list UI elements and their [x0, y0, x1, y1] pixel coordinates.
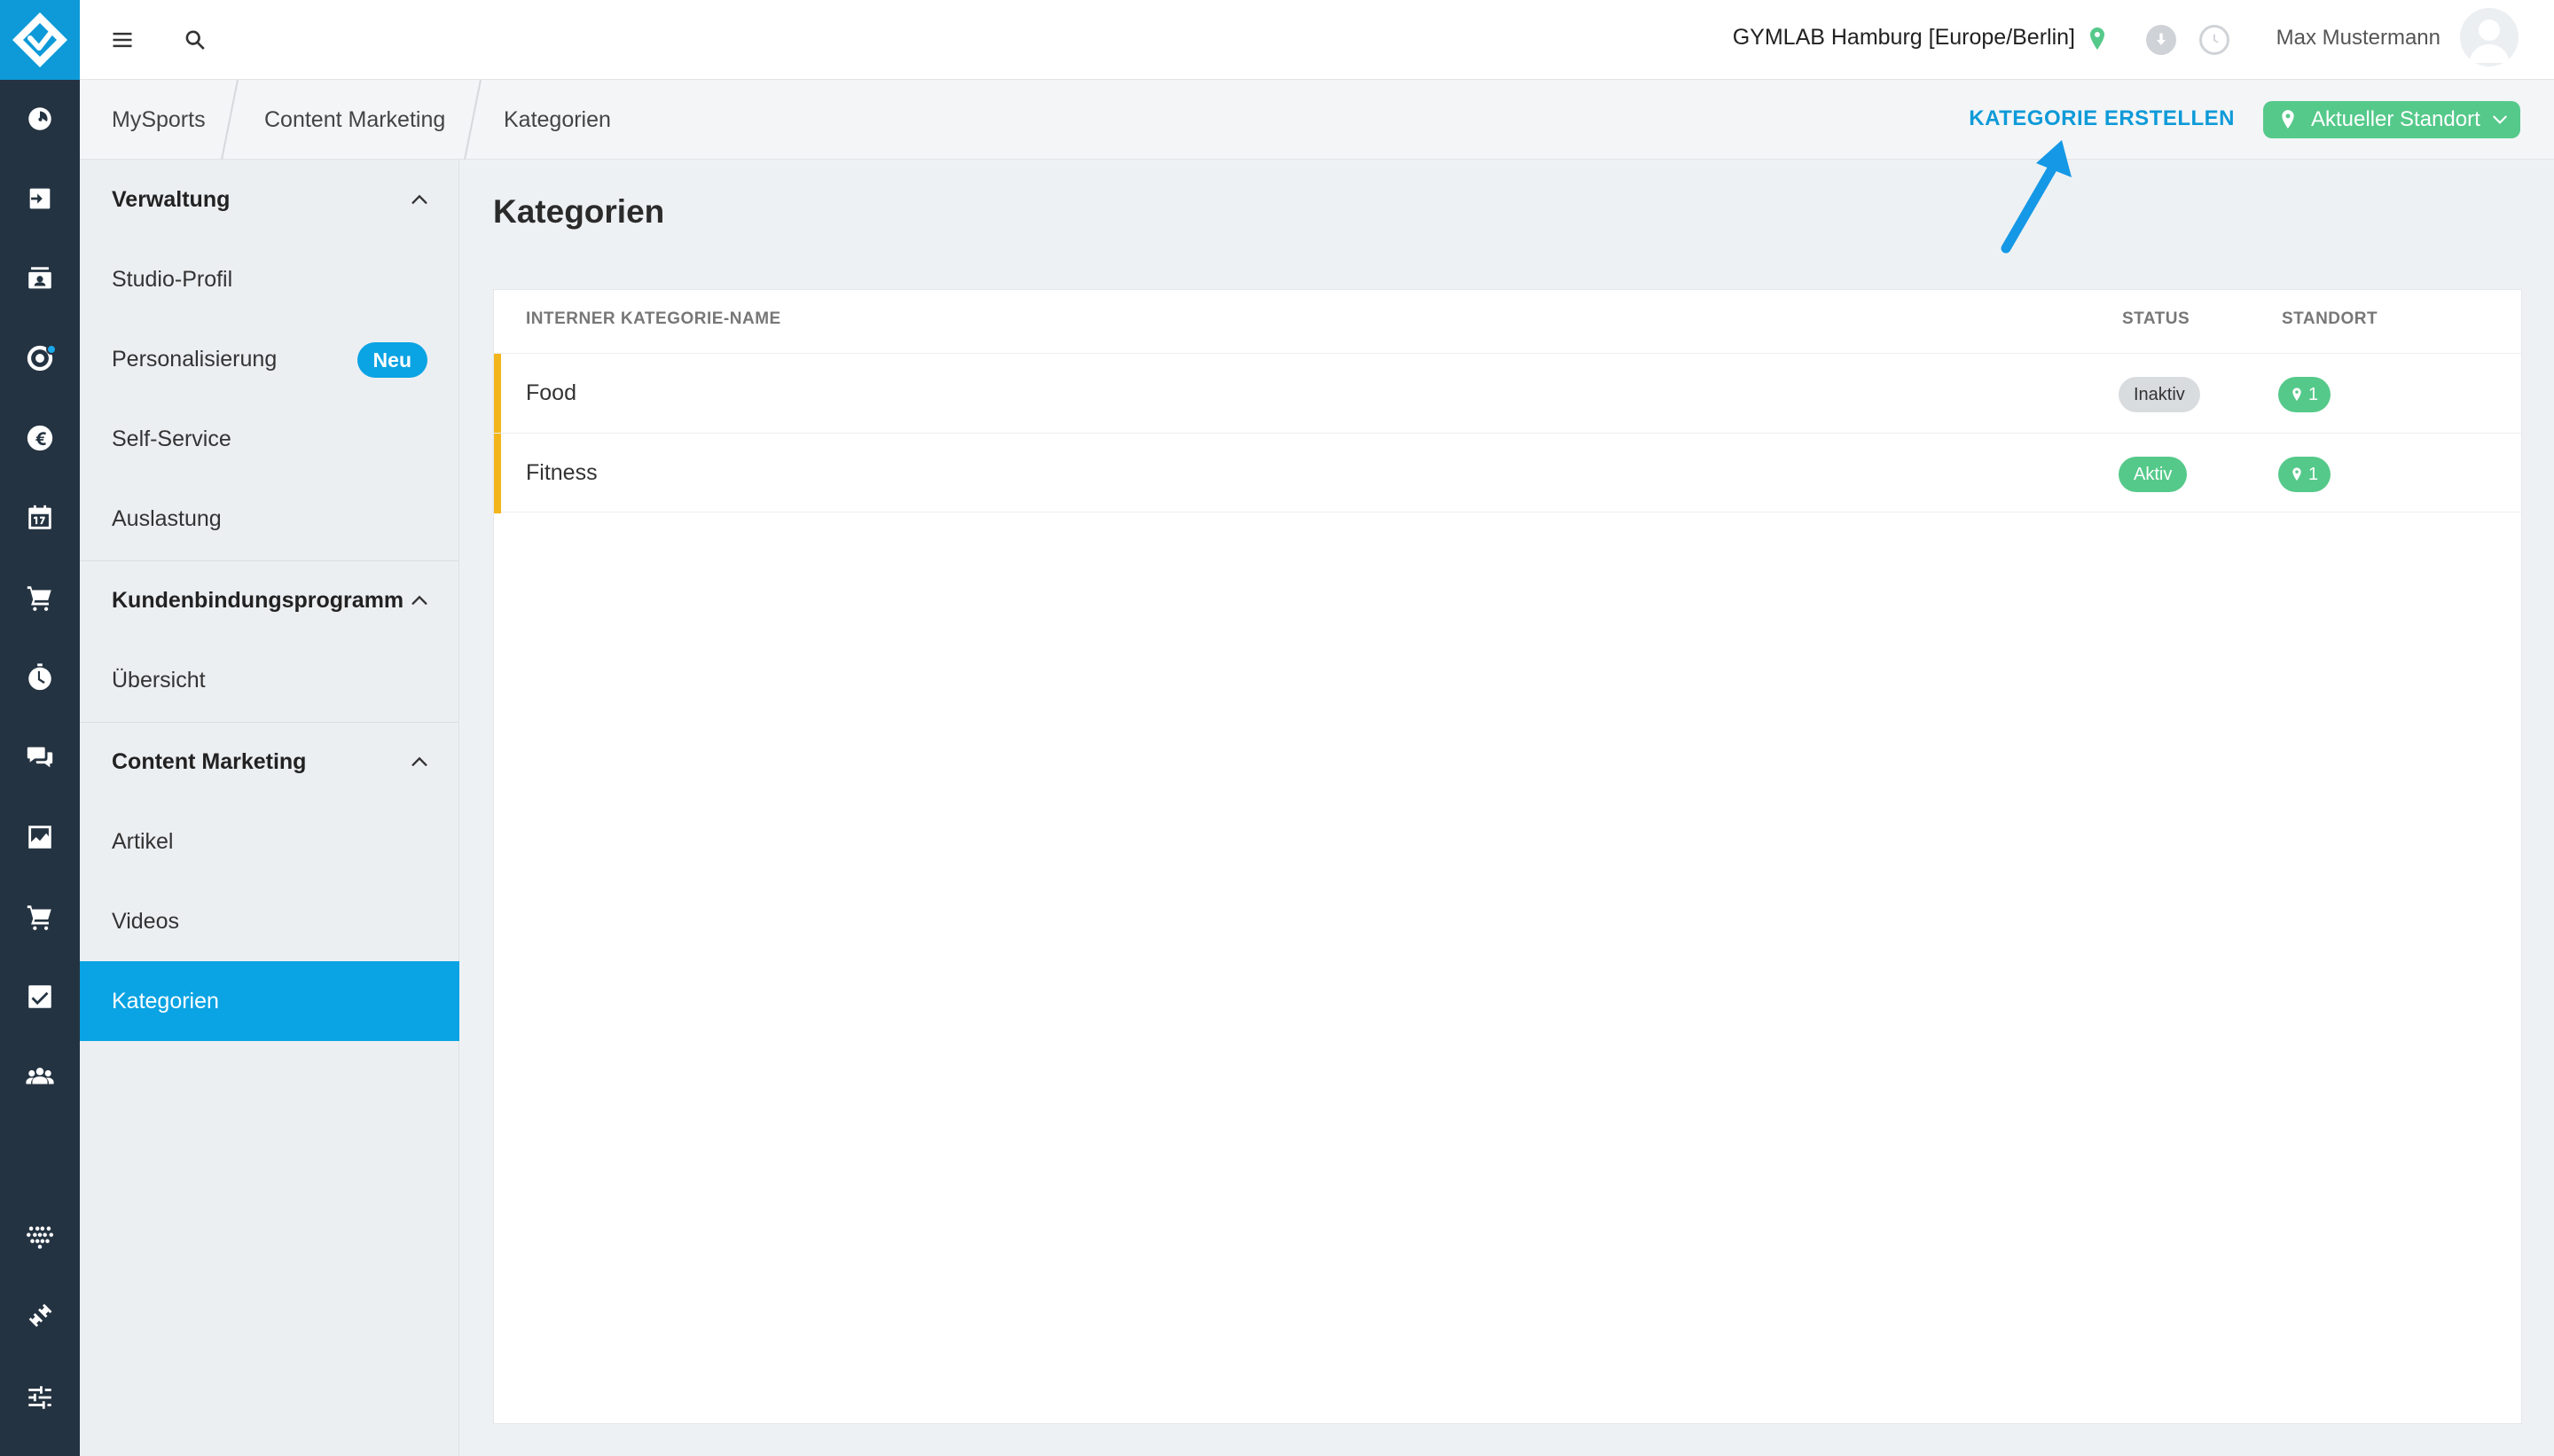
location-pin-icon: [2090, 27, 2104, 50]
sidebar-item-auslastung[interactable]: Auslastung: [80, 479, 459, 559]
image-icon[interactable]: [0, 810, 80, 864]
row-marker: [494, 354, 501, 434]
location-count-badge: 1: [2278, 457, 2331, 492]
breadcrumb-separator: [464, 80, 482, 160]
sidebar-item-label: Studio-Profil: [112, 266, 233, 292]
settings-notification-icon[interactable]: [0, 332, 80, 385]
euro-icon[interactable]: [0, 411, 80, 465]
breadcrumb-item-content-marketing[interactable]: Content Marketing: [264, 80, 445, 160]
sidebar-item-label: Self-Service: [112, 426, 231, 451]
section-sidebar: Verwaltung Studio-Profil Personalisierun…: [80, 160, 459, 1456]
contacts-icon[interactable]: [0, 252, 80, 305]
sidebar-item-label: Artikel: [112, 828, 174, 854]
breadcrumb: MySports Content Marketing Kategorien KA…: [80, 80, 2554, 160]
sidebar-item-artikel[interactable]: Artikel: [80, 802, 459, 881]
location-count: 1: [2308, 384, 2319, 404]
sidebar-item-label: Personalisierung: [112, 346, 278, 372]
new-badge: Neu: [356, 342, 427, 378]
calendar-icon[interactable]: [0, 491, 80, 544]
dumbbell-icon[interactable]: [0, 1289, 80, 1342]
page-title: Kategorien: [493, 193, 665, 230]
location-count-badge: 1: [2278, 377, 2331, 412]
studio-selector[interactable]: GYMLAB Hamburg [Europe/Berlin]: [1733, 25, 2075, 51]
chevron-up-icon: [411, 194, 427, 204]
grid-dots-icon[interactable]: [0, 1209, 80, 1263]
group-icon[interactable]: [0, 1050, 80, 1103]
search-icon[interactable]: [177, 22, 213, 58]
location-filter-label: Aktueller Standort: [2311, 107, 2480, 131]
clock-icon[interactable]: [2199, 25, 2229, 55]
location-count: 1: [2308, 464, 2319, 484]
sidebar-item-label: Videos: [112, 908, 179, 934]
checkbox-icon[interactable]: [0, 970, 80, 1023]
annotation-arrow: [2001, 140, 2072, 254]
download-icon[interactable]: [2146, 25, 2176, 55]
location-filter-dropdown[interactable]: Aktueller Standort: [2263, 101, 2520, 138]
status-badge: Aktiv: [2119, 457, 2188, 492]
sidebar-section-title: Verwaltung: [112, 186, 231, 212]
category-name: Food: [526, 380, 576, 405]
sidebar-item-uebersicht[interactable]: Übersicht: [80, 640, 459, 720]
breadcrumb-separator: [221, 80, 239, 160]
notification-dot: [46, 344, 57, 355]
cart-icon[interactable]: [0, 571, 80, 624]
sidebar-section-title: Content Marketing: [112, 748, 307, 774]
row-marker: [494, 434, 501, 513]
chat-icon[interactable]: [0, 731, 80, 784]
avatar[interactable]: [2460, 8, 2519, 67]
app-logo[interactable]: [0, 0, 80, 80]
main-nav-rail: [0, 0, 80, 1456]
table-row[interactable]: Food Inaktiv 1: [494, 353, 2521, 434]
sidebar-section-kundenbindungsprogramm[interactable]: Kundenbindungsprogramm: [80, 560, 459, 640]
sidebar-section-content-marketing[interactable]: Content Marketing: [80, 722, 459, 802]
location-pin-icon: [2292, 467, 2301, 481]
location-pin-icon: [2282, 110, 2294, 129]
sidebar-section-title: Kundenbindungsprogramm: [112, 587, 404, 613]
sidebar-item-videos[interactable]: Videos: [80, 881, 459, 961]
create-category-button[interactable]: KATEGORIE ERSTELLEN: [1969, 106, 2235, 131]
table-row[interactable]: Fitness Aktiv 1: [494, 433, 2521, 513]
chevron-up-icon: [411, 595, 427, 605]
chevron-up-icon: [411, 756, 427, 766]
sidebar-item-label: Übersicht: [112, 667, 206, 693]
stopwatch-icon[interactable]: [0, 651, 80, 704]
column-header-location[interactable]: STANDORT: [2282, 309, 2378, 329]
column-header-status[interactable]: STATUS: [2122, 309, 2190, 329]
column-header-name[interactable]: INTERNER KATEGORIE-NAME: [526, 309, 781, 329]
status-badge: Inaktiv: [2119, 377, 2200, 412]
sliders-icon[interactable]: [0, 1371, 80, 1424]
breadcrumb-item-mysports[interactable]: MySports: [112, 80, 206, 160]
user-name[interactable]: Max Mustermann: [2276, 26, 2440, 51]
category-name: Fitness: [526, 460, 598, 485]
top-bar: GYMLAB Hamburg [Europe/Berlin] Max Muste…: [80, 0, 2554, 80]
chevron-down-icon: [2493, 115, 2507, 124]
sidebar-item-kategorien[interactable]: Kategorien: [80, 961, 459, 1041]
sidebar-section-verwaltung[interactable]: Verwaltung: [80, 160, 459, 239]
dashboard-icon[interactable]: [0, 92, 80, 145]
sidebar-item-self-service[interactable]: Self-Service: [80, 399, 459, 479]
checkin-icon[interactable]: [0, 172, 80, 225]
sidebar-item-personalisierung[interactable]: Personalisierung Neu: [80, 319, 459, 399]
category-table: INTERNER KATEGORIE-NAME STATUS STANDORT …: [493, 289, 2522, 1424]
sidebar-item-label: Kategorien: [112, 988, 219, 1014]
location-pin-icon: [2292, 387, 2301, 401]
breadcrumb-item-kategorien: Kategorien: [504, 106, 611, 132]
user-avatar-icon: [2469, 20, 2510, 63]
menu-icon[interactable]: [105, 22, 140, 58]
sidebar-item-studio-profil[interactable]: Studio-Profil: [80, 239, 459, 319]
sidebar-item-label: Auslastung: [112, 505, 222, 531]
shop-icon[interactable]: [0, 890, 80, 943]
logo-icon: [12, 12, 67, 67]
